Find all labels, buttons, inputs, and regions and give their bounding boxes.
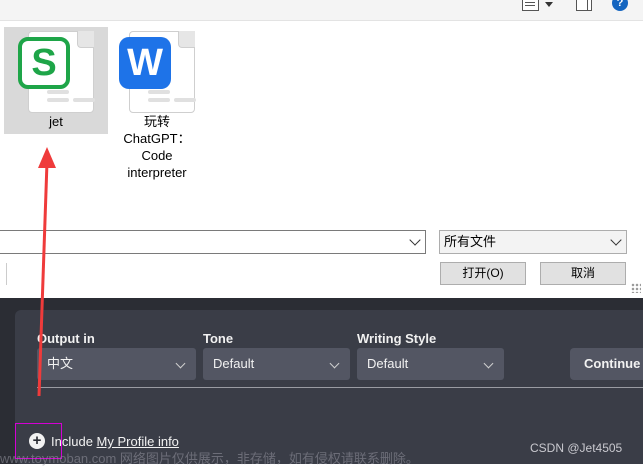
arrow-shaft [37,161,49,397]
watermark-text: www.toymoban.com 网络图片仅供展示，非存储，如有侵权请联系删除。 [0,451,419,466]
annotation-arrow [37,147,56,397]
arrow-head-icon [38,147,56,168]
credit-text: CSDN @Jet4505 [530,441,623,455]
